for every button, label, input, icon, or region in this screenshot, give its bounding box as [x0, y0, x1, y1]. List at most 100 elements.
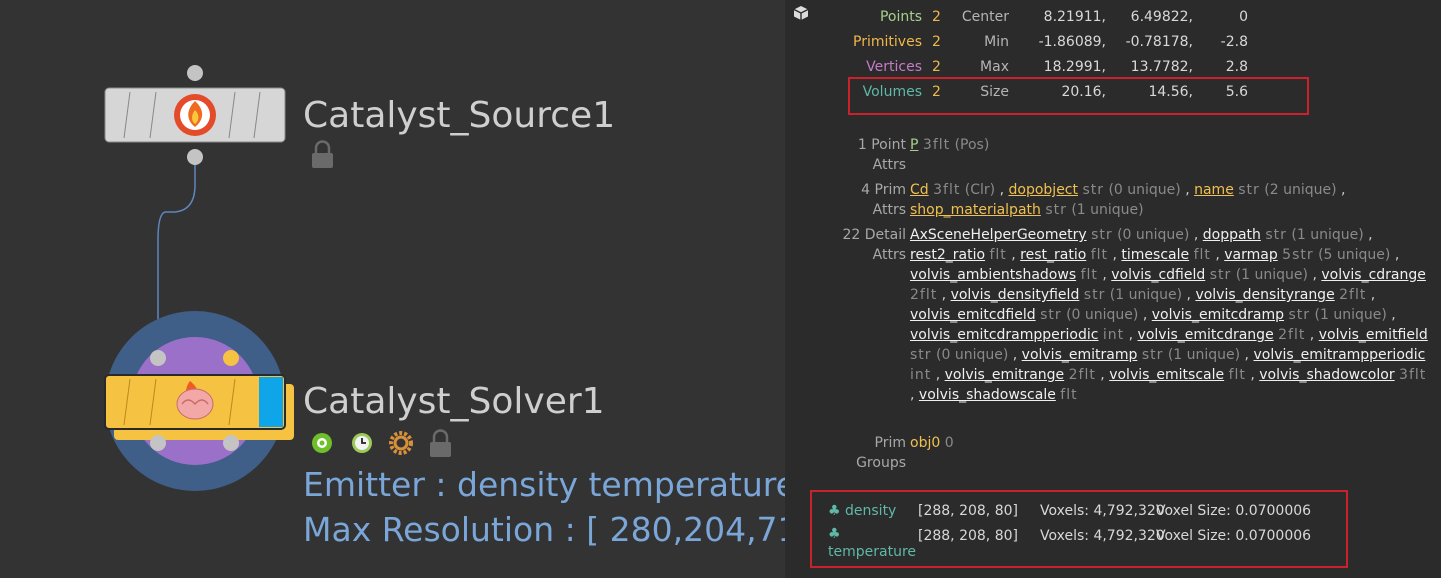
attr-type: flt — [1090, 247, 1109, 263]
vertices-label: Vertices — [866, 59, 922, 75]
point-attrs-label: 1 Point Attrs — [857, 137, 906, 173]
lock-icon[interactable] — [430, 429, 451, 457]
attr-name[interactable]: name — [1194, 182, 1234, 198]
attr-type: flt — [1080, 267, 1098, 283]
attr-Cd[interactable]: Cd — [910, 182, 929, 198]
attr-volvis-cdrange[interactable]: volvis_cdrange — [1321, 267, 1426, 283]
network-editor[interactable]: Catalyst_Source1 Catalyst_Solver1 Emitte… — [0, 0, 785, 578]
attr-volvis-densityfield[interactable]: volvis_densityfield — [951, 287, 1080, 303]
attr-volvis-ambientshadows[interactable]: volvis_ambientshadows — [910, 267, 1076, 283]
attr-rest2-ratio[interactable]: rest2_ratio — [910, 247, 985, 263]
attr-type: flt — [1228, 367, 1246, 383]
center-z: 0 — [1239, 9, 1248, 25]
center-label: Center — [961, 9, 1009, 25]
source-input-connector[interactable] — [187, 65, 203, 81]
attr-type: int — [1102, 327, 1125, 343]
attr-type: 2flt — [1278, 327, 1306, 343]
prim-attrs-label: 4 Prim Attrs — [861, 182, 906, 218]
attr-desc: (0 unique) — [936, 347, 1009, 363]
geometry-info-panel: Points 2 Primitives 2 Vertices 2 Volumes… — [785, 0, 1441, 578]
primitives-count: 2 — [932, 34, 941, 50]
min-label: Min — [984, 34, 1009, 50]
max-resolution-text: Max Resolution : [ 280,204,71 ] — [303, 510, 785, 549]
solver-node-title[interactable]: Catalyst_Solver1 — [303, 381, 605, 422]
attr-volvis-emitcdfield[interactable]: volvis_emitcdfield — [910, 307, 1036, 323]
attr-desc: (5 unique) — [1318, 247, 1391, 263]
attr-varmap[interactable]: varmap — [1224, 247, 1277, 263]
attr-P[interactable]: P — [910, 137, 918, 153]
attr-desc: (Clr) — [964, 182, 996, 198]
green-ring-icon[interactable] — [312, 433, 332, 453]
attr-timescale[interactable]: timescale — [1121, 247, 1189, 263]
attr-type: str — [1288, 307, 1311, 323]
min-y: -0.78178, — [1125, 34, 1193, 50]
attr-volvis-emitcdramp[interactable]: volvis_emitcdramp — [1152, 307, 1284, 323]
attr-type: str — [1045, 202, 1067, 218]
attr-desc: (1 unique) — [1167, 347, 1241, 363]
attr-type: 2flt — [1339, 287, 1367, 303]
vertices-count: 2 — [932, 59, 941, 75]
source-output-connector[interactable] — [187, 149, 203, 165]
fire-icon — [174, 94, 216, 136]
prim-attrs-list: Cd 3flt (Clr) , dopobject str (0 unique)… — [910, 182, 1346, 218]
primitives-label: Primitives — [853, 34, 922, 50]
attr-type: str — [1209, 267, 1232, 283]
attr-rest-ratio[interactable]: rest_ratio — [1020, 247, 1086, 263]
volume-temperature-name[interactable]: temperature — [828, 544, 916, 560]
prim-groups-list: obj0 0 — [910, 433, 1435, 453]
attr-volvis-cdfield[interactable]: volvis_cdfield — [1111, 267, 1205, 283]
attr-desc: (1 unique) — [1314, 307, 1387, 323]
attr-type: str — [1141, 347, 1164, 363]
attr-desc: (1 unique) — [1235, 267, 1309, 283]
attr-type: int — [910, 367, 932, 383]
attr-type: 5str — [1282, 247, 1314, 263]
prim-groups-label: Prim Groups — [856, 435, 906, 471]
clock-icon[interactable] — [352, 433, 372, 453]
volume-density-name[interactable]: ♣ density — [828, 503, 896, 519]
attr-type: str — [1265, 227, 1287, 243]
solver-output-connector[interactable] — [150, 435, 166, 451]
attr-dopobject[interactable]: dopobject — [1009, 182, 1078, 198]
attr-type: 2flt — [1068, 367, 1096, 383]
center-y: 6.49822, — [1130, 9, 1193, 25]
solver-output-connector-2[interactable] — [223, 435, 239, 451]
attr-type: str — [1082, 182, 1104, 198]
emitter-text: Emitter : density temperature v — [303, 465, 785, 504]
attr-type: str — [910, 347, 932, 363]
attr-volvis-emitrange[interactable]: volvis_emitrange — [945, 367, 1065, 383]
group-obj0[interactable]: obj0 — [910, 435, 940, 451]
max-x: 18.2991, — [1043, 59, 1106, 75]
attr-volvis-shadowscale[interactable]: volvis_shadowscale — [919, 387, 1056, 403]
max-label: Max — [980, 59, 1009, 75]
attr-shop-materialpath[interactable]: shop_materialpath — [910, 202, 1041, 218]
attr-volvis-emitcdrampperiodic[interactable]: volvis_emitcdrampperiodic — [910, 327, 1098, 343]
attr-volvis-emitcdrange[interactable]: volvis_emitcdrange — [1138, 327, 1274, 343]
attr-type: flt — [989, 247, 1007, 263]
attr-doppath[interactable]: doppath — [1203, 227, 1261, 243]
detail-attrs-list: AxSceneHelperGeometry str (0 unique) , d… — [910, 227, 1428, 403]
points-label: Points — [879, 9, 922, 25]
max-z: 2.8 — [1225, 59, 1248, 75]
solver-input-connector-2[interactable] — [223, 350, 239, 366]
solver-input-connector[interactable] — [150, 350, 166, 366]
attr-AxSceneHelperGeometry[interactable]: AxSceneHelperGeometry — [910, 227, 1087, 243]
attr-type: str — [1238, 182, 1260, 198]
attr-volvis-emitramp[interactable]: volvis_emitramp — [1022, 347, 1138, 363]
attr-volvis-shadowcolor[interactable]: volvis_shadowcolor — [1259, 367, 1394, 383]
attr-desc: (2 unique) — [1264, 182, 1337, 198]
points-count: 2 — [932, 9, 941, 25]
gear-icon[interactable] — [389, 431, 413, 455]
attr-type: flt — [1060, 387, 1078, 403]
volume-icon: ♣ — [828, 503, 841, 519]
attr-volvis-emitrampperiodic[interactable]: volvis_emitrampperiodic — [1253, 347, 1425, 363]
source-node-title[interactable]: Catalyst_Source1 — [303, 95, 615, 136]
cube-icon — [793, 6, 809, 20]
volume-temperature-voxels: Voxels: 4,792,320 — [1040, 528, 1165, 544]
lock-icon[interactable] — [312, 140, 333, 169]
min-x: -1.86089, — [1038, 34, 1106, 50]
attr-volvis-emitscale[interactable]: volvis_emitscale — [1109, 367, 1224, 383]
attr-volvis-emitfield[interactable]: volvis_emitfield — [1319, 327, 1428, 343]
attr-type: str — [1040, 307, 1062, 323]
volume-temperature-voxel-size: Voxel Size: 0.0700006 — [1156, 528, 1312, 544]
attr-volvis-densityrange[interactable]: volvis_densityrange — [1195, 287, 1334, 303]
